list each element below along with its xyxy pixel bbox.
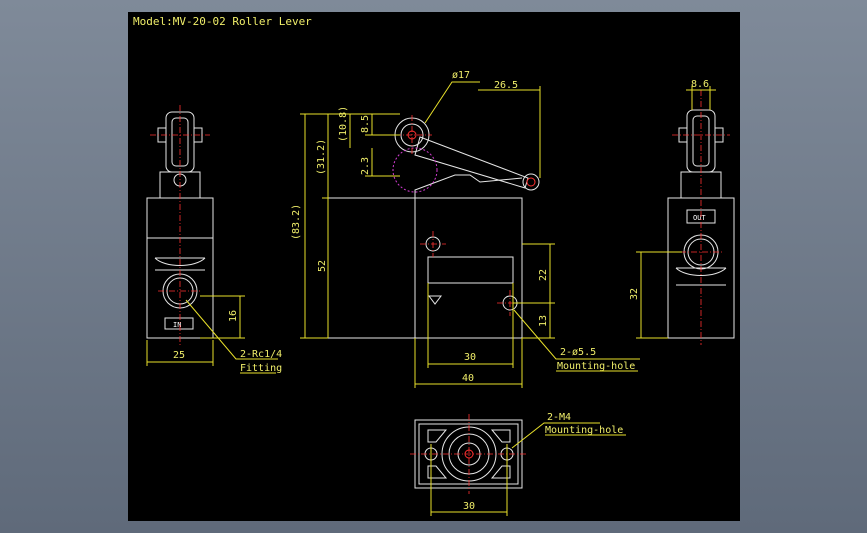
- dim-30-bottom: 30: [463, 501, 475, 512]
- dim-d17: ø17: [452, 70, 470, 81]
- m4-label-1: 2-M4: [547, 412, 571, 423]
- bottom-view: 30 2-M4 Mounting-hole: [410, 412, 626, 516]
- dim-22: 22: [538, 269, 549, 281]
- m4-label-2: Mounting-hole: [545, 425, 623, 436]
- dim-83-2: (83.2): [291, 204, 302, 240]
- dim-13: 13: [538, 315, 549, 327]
- rc-label-2: Fitting: [240, 363, 282, 374]
- dim-8-5: 8.5: [360, 115, 371, 133]
- out-port-label: OUT: [693, 214, 706, 222]
- dim-32: 32: [629, 288, 640, 300]
- drawing-title: Model:MV-20-02 Roller Lever: [133, 15, 312, 28]
- front-view: (83.2) 52 (31.2) (10.8) 8.5 2.3 ø17 26.5…: [291, 70, 640, 388]
- rc-label-1: 2-Rc1/4: [240, 349, 282, 360]
- drawing-canvas: Model:MV-20-02 Roller Lever IN 25 16 2-R…: [128, 12, 740, 521]
- dim-16: 16: [228, 310, 239, 322]
- dim-52: 52: [317, 260, 328, 272]
- dim-40: 40: [462, 373, 474, 384]
- right-side-view: OUT 8.6 32: [629, 79, 735, 345]
- left-side-view: IN 25 16 2-Rc1/4 Fitting: [146, 105, 282, 374]
- dim-10-8: (10.8): [338, 106, 349, 142]
- technical-drawing: Model:MV-20-02 Roller Lever IN 25 16 2-R…: [133, 15, 735, 516]
- dim-31-2: (31.2): [316, 139, 327, 175]
- dim-2-3: 2.3: [360, 157, 371, 175]
- dim-25: 25: [173, 350, 185, 361]
- dim-26-5: 26.5: [494, 80, 518, 91]
- dim-8-6: 8.6: [691, 79, 709, 90]
- dim-30-front: 30: [464, 352, 476, 363]
- hole-label-2: Mounting-hole: [557, 361, 635, 372]
- hole-label-1: 2-ø5.5: [560, 347, 596, 358]
